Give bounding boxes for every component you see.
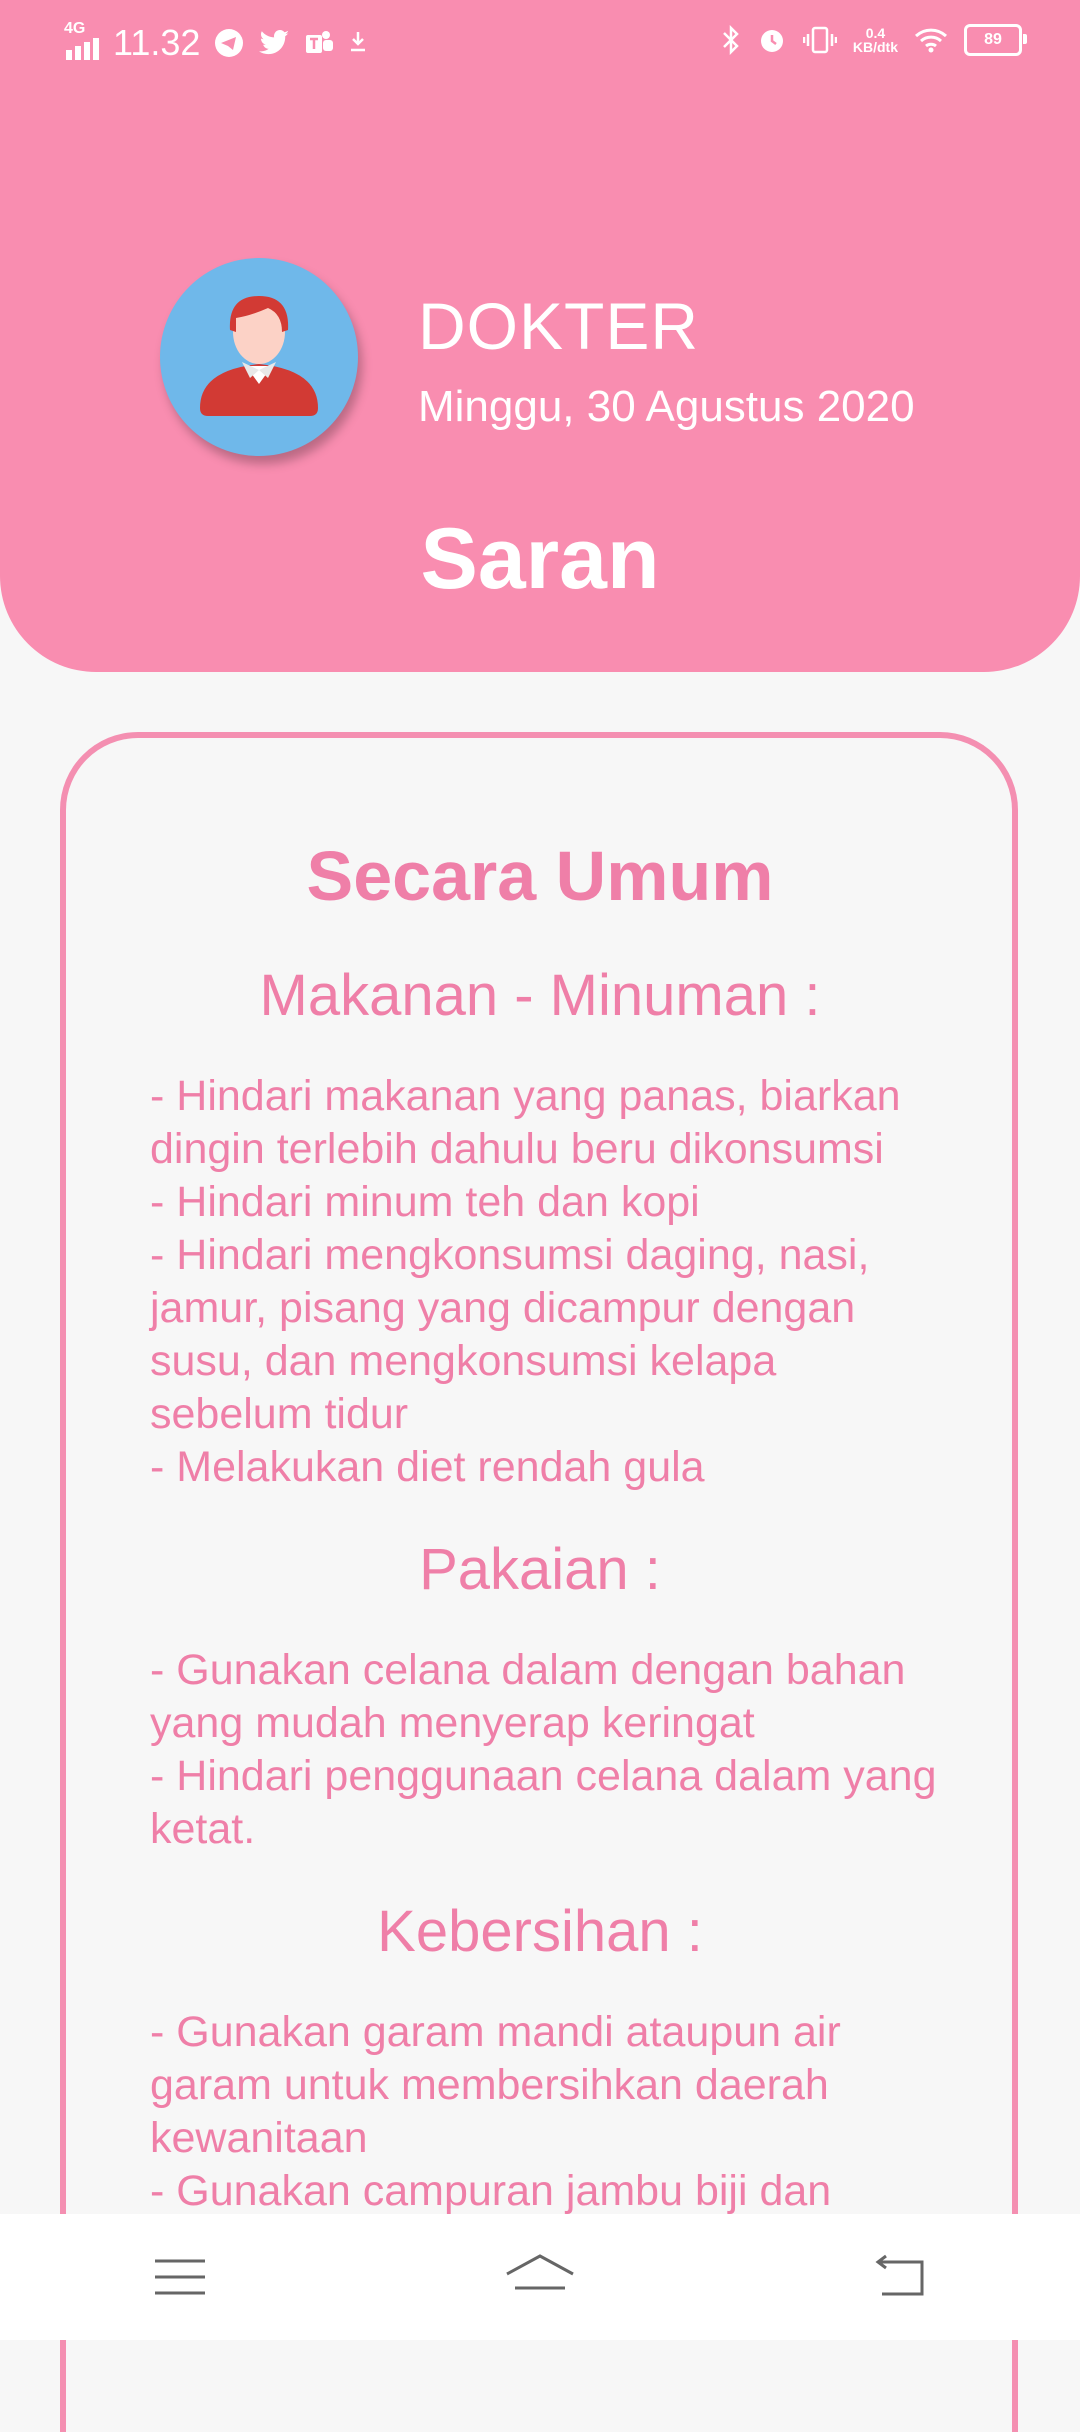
speed-unit: KB/dtk bbox=[852, 39, 898, 55]
list-item: - Hindari minum teh dan kopi bbox=[150, 1178, 700, 1226]
download-icon bbox=[351, 32, 366, 52]
avatar bbox=[160, 258, 358, 456]
section-title-hygiene: Kebersihan : bbox=[377, 1899, 703, 1964]
twitter-icon bbox=[259, 30, 290, 55]
hygiene-advice-list: - Gunakan garam mandi ataupun air garam … bbox=[150, 2006, 950, 2218]
doctor-avatar-icon bbox=[200, 296, 318, 416]
bluetooth-icon bbox=[722, 25, 739, 55]
list-item: - Gunakan celana dalam dengan bahan yang… bbox=[150, 1646, 906, 1747]
network-speed: 0.4 KB/dtk bbox=[853, 26, 898, 54]
header-banner: 4G 11.32 0.4 KB/dtk 89 DOKTER Minggu, 30… bbox=[0, 0, 1080, 672]
home-icon bbox=[506, 2254, 574, 2290]
back-icon bbox=[875, 2254, 924, 2296]
page-title: Saran bbox=[420, 511, 660, 607]
wifi-icon bbox=[914, 28, 948, 53]
back-button[interactable] bbox=[850, 2242, 950, 2312]
teams-icon bbox=[306, 31, 334, 53]
current-date: Minggu, 30 Agustus 2020 bbox=[418, 382, 915, 431]
home-button[interactable] bbox=[490, 2242, 590, 2312]
section-title-clothing: Pakaian : bbox=[419, 1537, 661, 1602]
status-bar: 4G 11.32 0.4 KB/dtk 89 bbox=[0, 0, 1080, 90]
alarm-icon bbox=[760, 30, 783, 52]
signal-icon: 4G bbox=[64, 20, 99, 60]
telegram-icon bbox=[215, 29, 244, 57]
food-advice-list: - Hindari makanan yang panas, biarkan di… bbox=[150, 1070, 950, 1494]
list-item: - Hindari mengkonsumsi daging, nasi, jam… bbox=[150, 1231, 870, 1438]
battery-icon: 89 bbox=[964, 24, 1027, 56]
list-item: - Melakukan diet rendah gula bbox=[150, 1443, 705, 1491]
menu-icon bbox=[155, 2259, 205, 2295]
user-role: DOKTER bbox=[418, 289, 700, 363]
battery-level: 89 bbox=[984, 31, 1002, 48]
speed-value: 0.4 bbox=[865, 25, 886, 41]
list-item: - Gunakan garam mandi ataupun air garam … bbox=[150, 2008, 841, 2162]
menu-button[interactable] bbox=[130, 2242, 230, 2312]
navigation-bar bbox=[0, 2214, 1080, 2340]
list-item: - Gunakan campuran jambu biji dan bbox=[150, 2167, 832, 2215]
vibrate-icon bbox=[802, 26, 837, 54]
clothing-advice-list: - Gunakan celana dalam dengan bahan yang… bbox=[150, 1644, 950, 1856]
card-heading: Secara Umum bbox=[306, 837, 774, 915]
list-item: - Hindari penggunaan celana dalam yang k… bbox=[150, 1752, 937, 1853]
clock: 11.32 bbox=[113, 22, 201, 63]
section-title-food: Makanan - Minuman : bbox=[259, 963, 821, 1028]
network-type: 4G bbox=[64, 20, 86, 37]
list-item: - Hindari makanan yang panas, biarkan di… bbox=[150, 1072, 901, 1173]
